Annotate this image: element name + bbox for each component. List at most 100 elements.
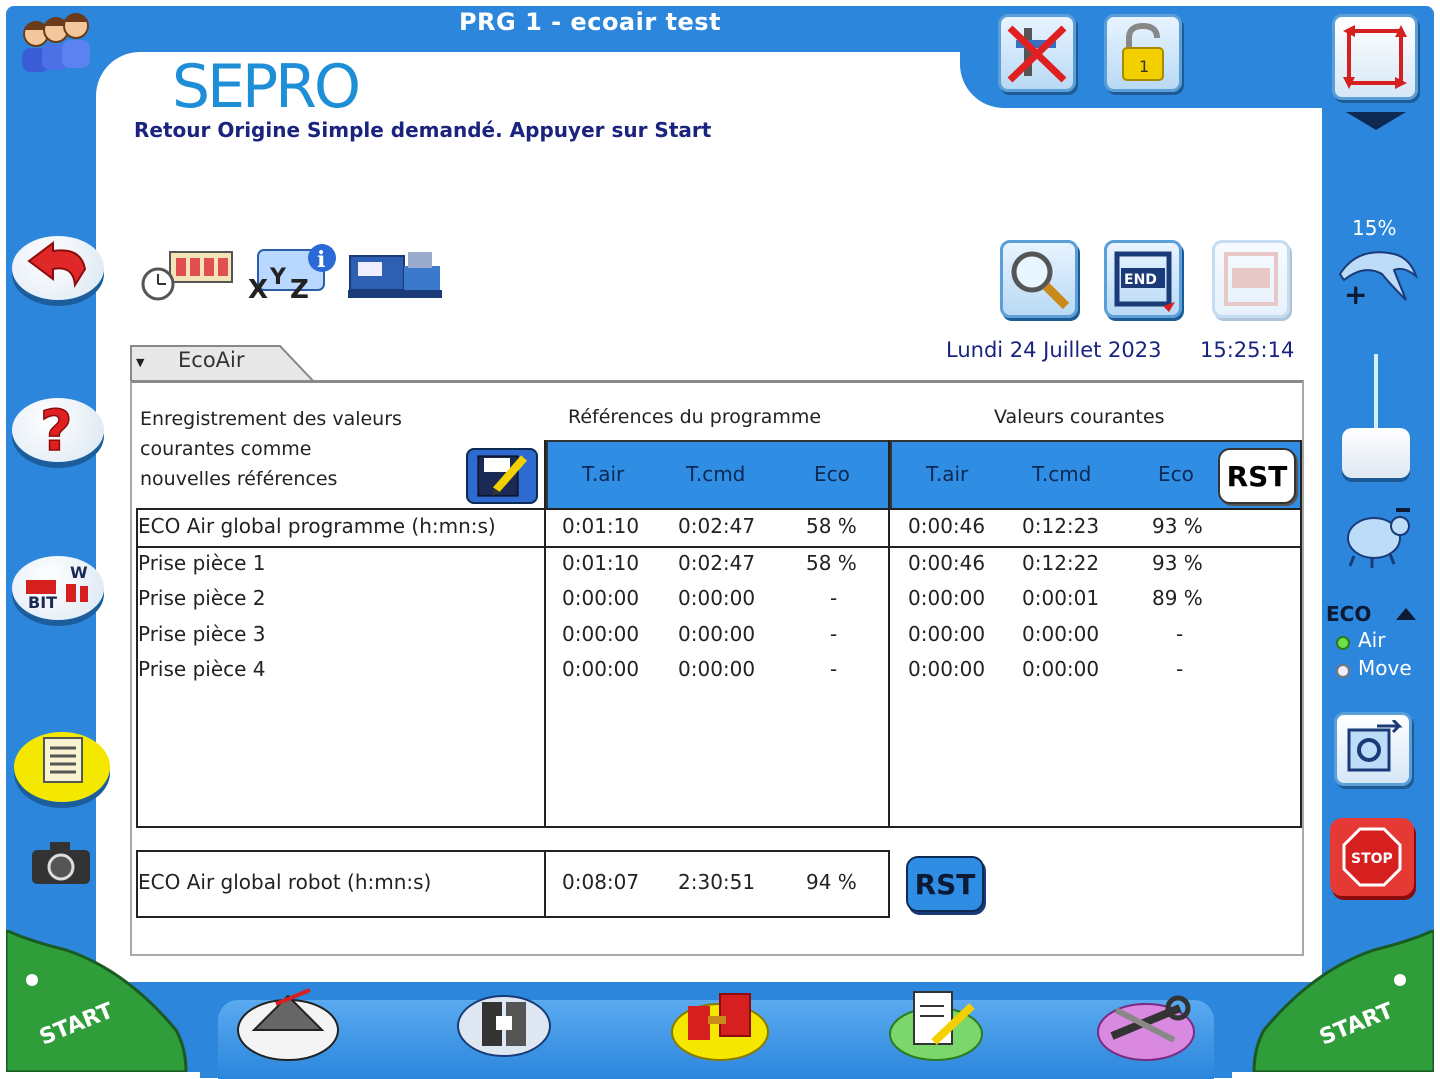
cycle-mode-button[interactable]: [1334, 712, 1412, 786]
start-left-button[interactable]: START: [4, 927, 196, 1074]
svg-text:STOP: STOP: [1351, 851, 1393, 867]
users-icon[interactable]: [16, 8, 96, 74]
back-arrow-icon: [27, 241, 87, 289]
table-cell: -: [1176, 622, 1184, 646]
table-cell: 0:00:00: [678, 622, 756, 646]
disabled-button: [1212, 240, 1290, 318]
cycle-timer-button[interactable]: [140, 246, 236, 304]
table-row-label: Prise pièce 1: [138, 551, 266, 575]
svg-text:i: i: [317, 247, 325, 273]
cycle-timer-icon: [141, 251, 233, 301]
save-edit-icon: [477, 455, 528, 497]
tab-label: EcoAir: [178, 348, 245, 372]
camera-icon: [32, 842, 90, 884]
table-cell: 0:00:00: [562, 586, 640, 610]
robot-row-divider: [544, 850, 546, 918]
tab-dropdown-icon[interactable]: ▼: [136, 356, 144, 369]
sepro-logo: SEPRO: [172, 52, 361, 122]
cur-col-eco: Eco: [1158, 462, 1194, 486]
magnifier-icon: [1011, 251, 1070, 310]
table-row-label: ECO Air global programme (h:mn:s): [138, 514, 496, 538]
end-icon: END: [1114, 251, 1175, 312]
cur-col-tair: T.air: [926, 462, 969, 486]
help-button[interactable]: ?: [12, 398, 104, 462]
table-cell: 0:00:00: [1022, 622, 1100, 646]
ref-col-tair: T.air: [582, 462, 625, 486]
start-right-button[interactable]: START: [1250, 927, 1436, 1074]
save-references-button[interactable]: [466, 448, 538, 504]
bit-io-button[interactable]: BIT W: [12, 556, 104, 620]
table-cell: 0:12:22: [1022, 551, 1100, 575]
search-button[interactable]: [1000, 240, 1078, 318]
robot-cell: 2:30:51: [678, 870, 756, 894]
status-message: Retour Origine Simple demandé. Appuyer s…: [134, 118, 712, 142]
save-text-line3: nouvelles références: [140, 468, 338, 490]
table-cell: 0:02:47: [678, 514, 756, 538]
svg-text:?: ?: [40, 400, 72, 460]
table-row-label: Prise pièce 3: [138, 622, 266, 646]
svg-text:BIT: BIT: [28, 593, 57, 612]
speed-slider-handle[interactable]: [1342, 428, 1410, 478]
table-cell: 0:12:23: [1022, 514, 1100, 538]
stop-button[interactable]: STOP: [1330, 818, 1414, 896]
edit-button[interactable]: [884, 986, 988, 1064]
frame-arrows-icon: [1343, 25, 1407, 89]
table-cell: 0:00:46: [908, 514, 986, 538]
svg-text:1: 1: [1139, 57, 1149, 76]
tools-button[interactable]: [668, 986, 772, 1064]
machine-button[interactable]: [346, 244, 446, 304]
rst-current-button[interactable]: RST: [1218, 448, 1296, 504]
camera-button[interactable]: [30, 838, 92, 890]
frame-arrows-button[interactable]: [1332, 14, 1418, 100]
table-cell: -: [830, 586, 838, 610]
back-button[interactable]: [12, 236, 104, 300]
xyz-info-button[interactable]: X Y Z i: [244, 240, 340, 304]
robot-cell: 94 %: [806, 870, 857, 894]
chevron-down-icon[interactable]: [1346, 112, 1406, 130]
machine-icon: [348, 252, 442, 298]
lock-button[interactable]: 1: [1104, 14, 1182, 92]
disabled-icon: [1224, 252, 1278, 306]
eco-collapse-icon[interactable]: [1396, 608, 1416, 620]
end-button[interactable]: END: [1104, 240, 1182, 318]
eco-option-move: Move: [1358, 656, 1412, 680]
edit-icon: [889, 991, 983, 1061]
turtle-icon: [1347, 508, 1410, 568]
panel-corner: [1190, 108, 1322, 168]
svg-text:+: +: [1344, 278, 1367, 311]
speed-fast-button[interactable]: +: [1334, 240, 1420, 318]
rst-robot-button[interactable]: RST: [906, 856, 984, 912]
table-cell: 0:01:10: [562, 514, 640, 538]
document-icon: [43, 737, 83, 783]
eco-radio-move[interactable]: [1336, 664, 1350, 678]
current-time: 15:25:14: [1200, 338, 1295, 362]
eco-option-air: Air: [1358, 628, 1386, 652]
table-cell: 0:02:47: [678, 551, 756, 575]
speed-slider-track[interactable]: [1374, 354, 1378, 434]
mold-button[interactable]: [452, 986, 556, 1064]
settings-button[interactable]: [1094, 986, 1198, 1064]
production-button[interactable]: [236, 986, 340, 1064]
tool-crossed-icon: [1007, 25, 1067, 83]
table-cell: 93 %: [1152, 514, 1203, 538]
table-cell: -: [1176, 657, 1184, 681]
window-title: PRG 1 - ecoair test: [458, 8, 722, 36]
tool-crossed-button[interactable]: [998, 14, 1076, 92]
speed-slow-button[interactable]: [1338, 500, 1414, 574]
table-cell: 0:00:00: [908, 657, 986, 681]
table-cell: 93 %: [1152, 551, 1203, 575]
svg-text:Y: Y: [269, 265, 287, 290]
eco-radio-air[interactable]: [1336, 636, 1350, 650]
table-cell: 0:00:46: [908, 551, 986, 575]
table-cell: -: [830, 622, 838, 646]
table-cell: 0:00:00: [908, 622, 986, 646]
stop-icon: STOP: [1342, 827, 1402, 887]
table-cell: 0:00:01: [1022, 586, 1100, 610]
start-right-shape: [1252, 927, 1436, 1074]
production-icon: [237, 988, 339, 1061]
svg-text:END: END: [1124, 272, 1157, 288]
table-cell: 0:00:00: [908, 586, 986, 610]
svg-text:Z: Z: [290, 275, 309, 304]
document-button[interactable]: [14, 732, 110, 802]
padlock-icon: 1: [1122, 22, 1164, 81]
